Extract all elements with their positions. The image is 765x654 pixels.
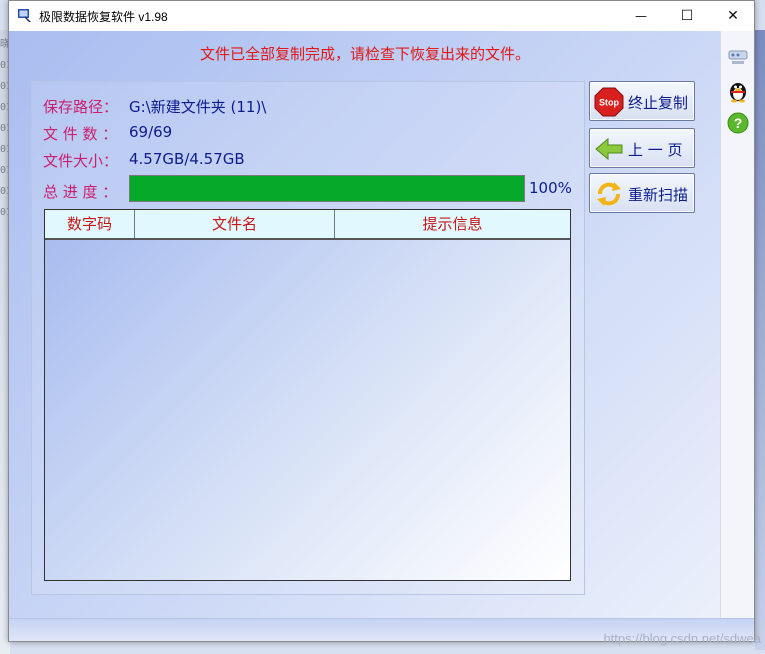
app-logo-icon [17,7,33,23]
size-label: 文件大小： [43,152,119,170]
background-window-right-edge [755,30,765,650]
file-table[interactable]: 数字码 文件名 提示信息 [44,209,571,581]
table-body[interactable] [45,240,570,580]
minimize-button[interactable]: — [618,1,664,31]
minimize-icon: — [635,9,647,23]
path-value: G:\新建文件夹 (11)\ [129,98,267,116]
stop-copy-label: 终止复制 [628,94,689,112]
close-button[interactable]: ✕ [710,1,756,31]
column-header-info[interactable]: 提示信息 [335,210,570,238]
size-value: 4.57GB/4.57GB [129,150,245,168]
arrow-left-icon [594,134,624,164]
progress-percent: 100% [529,179,572,197]
previous-page-button[interactable]: 上 一 页 [589,128,695,168]
rescan-label: 重新扫描 [628,186,689,204]
watermark-text: https://blog.csdn.net/sdwea [603,631,761,646]
maximize-icon: ☐ [680,8,694,24]
maximize-button[interactable]: ☐ [664,1,710,31]
qq-penguin-icon[interactable] [726,79,750,103]
refresh-icon [594,179,624,209]
count-value: 69/69 [129,123,173,141]
stop-icon: Stop [594,87,624,117]
path-label: 保存路径： [43,98,119,116]
client-area: 文件已全部复制完成，请检查下恢复出来的文件。 保存路径： G:\新建文件夹 (1… [9,31,754,641]
previous-page-label: 上 一 页 [628,141,683,159]
status-message: 文件已全部复制完成，请检查下恢复出来的文件。 [199,45,530,63]
close-icon: ✕ [727,8,739,24]
app-window: 极限数据恢复软件 v1.98 — ☐ ✕ 文件已全部复制完成，请检查下恢复出来的… [8,0,755,642]
window-title: 极限数据恢复软件 v1.98 [39,10,168,24]
progress-bar [129,175,525,202]
table-header: 数字码 文件名 提示信息 [45,210,570,240]
count-label: 文 件 数 ： [43,125,118,143]
stop-icon-text: Stop [599,98,619,108]
progress-label: 总 进 度 ： [43,183,118,201]
column-header-code[interactable]: 数字码 [45,210,135,238]
help-icon[interactable]: ? [726,111,750,135]
rescan-button[interactable]: 重新扫描 [589,173,695,213]
title-bar[interactable]: 极限数据恢复软件 v1.98 — ☐ ✕ [9,1,754,31]
column-header-filename[interactable]: 文件名 [135,210,335,238]
right-sidebar: ? [720,31,754,619]
progress-fill [130,176,524,201]
info-panel: 保存路径： G:\新建文件夹 (11)\ 文 件 数 ： 69/69 文件大小：… [31,81,585,595]
help-icon-glyph: ? [734,115,743,131]
stop-copy-button[interactable]: Stop 终止复制 [589,81,695,121]
network-icon[interactable] [726,45,750,69]
